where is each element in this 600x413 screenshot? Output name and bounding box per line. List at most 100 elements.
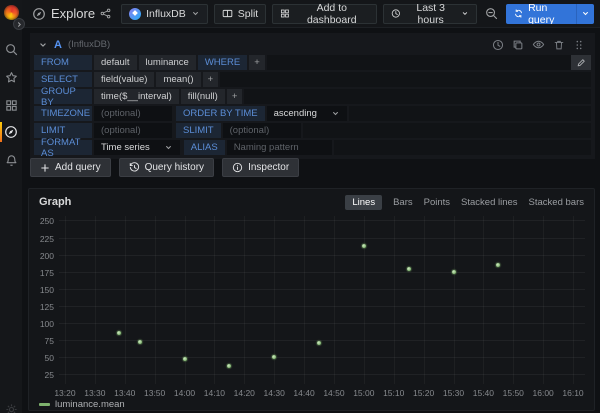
eye-icon[interactable] [532, 38, 545, 51]
timezone-input[interactable] [94, 106, 172, 121]
group-by-fill-segment[interactable]: fill(null) [181, 89, 225, 104]
x-axis-labels: 13:2013:3013:4013:5014:0014:1014:2014:30… [59, 388, 585, 399]
group-by-time-segment[interactable]: time($__interval) [94, 89, 179, 104]
datasource-picker[interactable]: InfluxDB [121, 4, 208, 24]
select-field-segment[interactable]: field(value) [94, 72, 154, 87]
sidebar-item-explore[interactable] [0, 121, 22, 143]
data-point[interactable] [117, 331, 121, 335]
data-point[interactable] [317, 341, 321, 345]
search-icon [5, 43, 18, 56]
sidebar-item-starred[interactable] [0, 66, 22, 88]
query-row-group-by: GROUP BY time($__interval) fill(null) + [34, 89, 591, 104]
viz-tab-bars[interactable]: Bars [393, 197, 413, 208]
trash-icon[interactable] [553, 39, 565, 51]
data-point[interactable] [138, 340, 142, 344]
add-to-dashboard-button[interactable]: Add to dashboard [272, 4, 376, 24]
x-tick-label: 13:40 [114, 388, 135, 398]
data-point[interactable] [452, 270, 456, 274]
sidebar-item-search[interactable] [0, 38, 22, 60]
sidebar-expand-button[interactable] [13, 18, 25, 30]
data-point[interactable] [407, 267, 411, 271]
v-gridline [95, 216, 96, 384]
history-icon [129, 162, 140, 173]
inspector-button[interactable]: Inspector [222, 158, 299, 177]
viz-type-picker: Lines Bars Points Stacked lines Stacked … [345, 195, 584, 210]
x-tick-label: 16:00 [533, 388, 554, 398]
viz-tab-stacked-bars[interactable]: Stacked bars [529, 197, 584, 208]
collapse-chevron-icon[interactable] [38, 40, 48, 50]
where-add-button[interactable]: + [249, 55, 265, 70]
alias-input[interactable] [227, 140, 332, 155]
star-icon [5, 71, 18, 84]
sidebar-item-dashboards[interactable] [0, 94, 22, 116]
select-agg-segment[interactable]: mean() [156, 72, 200, 87]
query-row-timezone: TIMEZONE ORDER BY TIME ascending [34, 106, 591, 121]
v-gridline [304, 216, 305, 384]
split-icon [222, 8, 233, 19]
query-row-format-as: FORMAT AS Time series ALIAS [34, 140, 591, 155]
query-row-from: FROM default luminance WHERE + [34, 55, 591, 70]
share-icon[interactable] [100, 8, 111, 19]
data-point[interactable] [183, 357, 187, 361]
sidebar-item-alerting[interactable] [0, 149, 22, 171]
slimit-input[interactable] [223, 123, 301, 138]
x-tick-label: 16:10 [562, 388, 583, 398]
select-add-button[interactable]: + [203, 72, 219, 87]
legend: luminance.mean [39, 399, 125, 410]
timezone-label: TIMEZONE [34, 106, 92, 121]
row-filler [220, 72, 591, 87]
split-label: Split [238, 8, 258, 20]
x-tick-label: 15:40 [473, 388, 494, 398]
limit-input[interactable] [94, 123, 172, 138]
from-label: FROM [34, 55, 92, 70]
sidebar-item-configuration[interactable] [0, 398, 22, 413]
toggle-raw-query-button[interactable] [571, 55, 591, 70]
search-minus-icon [485, 7, 498, 20]
y-tick-label: 150 [40, 285, 54, 295]
data-point[interactable] [227, 364, 231, 368]
y-tick-label: 125 [40, 302, 54, 312]
group-by-add-button[interactable]: + [227, 89, 243, 104]
query-row-select: SELECT field(value) mean() + [34, 72, 591, 87]
format-as-select[interactable]: Time series [94, 140, 180, 155]
data-point[interactable] [496, 263, 500, 267]
history-icon[interactable] [492, 39, 504, 51]
run-query-button[interactable]: Run query [506, 4, 594, 24]
plot-area[interactable]: 255075100125150175200225250 [59, 216, 585, 384]
from-measurement-segment[interactable]: luminance [139, 55, 196, 70]
x-tick-label: 13:20 [54, 388, 75, 398]
query-history-button[interactable]: Query history [119, 158, 214, 177]
apps-icon [5, 99, 18, 112]
viz-tab-points[interactable]: Points [424, 197, 450, 208]
query-actions: Add query Query history Inspector [30, 158, 299, 177]
h-gridline [59, 357, 585, 358]
query-header-actions [492, 38, 587, 51]
v-gridline [364, 216, 365, 384]
query-history-label: Query history [145, 162, 204, 173]
v-gridline [454, 216, 455, 384]
copy-icon[interactable] [512, 39, 524, 51]
chevron-right-icon [16, 21, 23, 28]
v-gridline [155, 216, 156, 384]
query-ref-id: A [54, 39, 62, 51]
chevron-down-icon [581, 9, 590, 18]
viz-tab-lines[interactable]: Lines [345, 195, 382, 210]
run-query-label: Run query [528, 4, 568, 24]
drag-handle-icon[interactable] [573, 39, 585, 51]
legend-series-label[interactable]: luminance.mean [55, 399, 125, 410]
data-point[interactable] [362, 244, 366, 248]
x-tick-label: 15:30 [443, 388, 464, 398]
h-gridline [59, 238, 585, 239]
zoom-out-time-button[interactable] [485, 7, 498, 20]
split-button[interactable]: Split [214, 4, 266, 24]
order-by-time-select[interactable]: ascending [267, 106, 347, 121]
time-range-picker[interactable]: Last 3 hours [383, 4, 477, 24]
add-query-button[interactable]: Add query [30, 158, 111, 177]
y-tick-label: 100 [40, 319, 54, 329]
run-query-dropdown[interactable] [576, 4, 594, 24]
where-keyword[interactable]: WHERE [198, 55, 247, 70]
viz-tab-stacked-lines[interactable]: Stacked lines [461, 197, 518, 208]
from-db-segment[interactable]: default [94, 55, 137, 70]
compass-icon [32, 7, 46, 21]
data-point[interactable] [272, 355, 276, 359]
